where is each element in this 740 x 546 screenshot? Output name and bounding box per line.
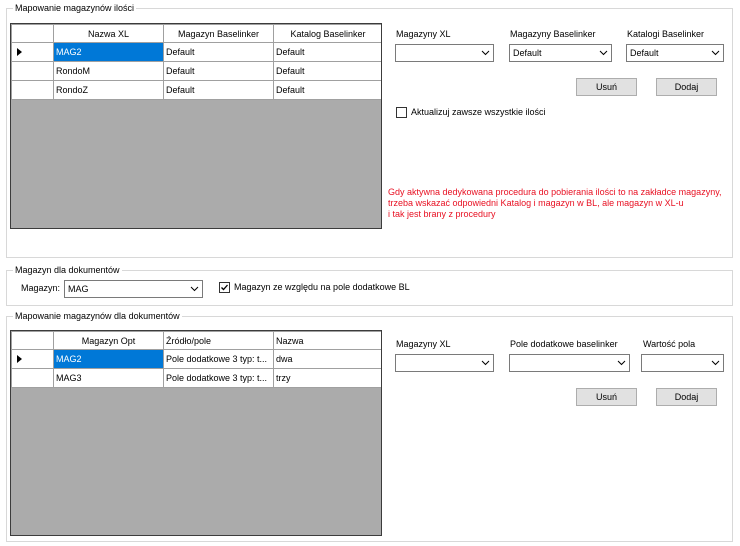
katalogi-baselinker-combo-value: Default <box>630 48 659 58</box>
table-cell[interactable]: Default <box>163 80 274 100</box>
column-header-katalog-bl[interactable]: Katalog Baselinker <box>273 24 381 43</box>
add-button[interactable]: Dodaj <box>656 78 717 96</box>
update-all-checkbox[interactable] <box>396 107 407 118</box>
label-wartosc-pola: Wartość pola <box>643 339 696 349</box>
table-cell[interactable]: dwa <box>273 349 381 369</box>
label-katalogi-baselinker: Katalogi Baselinker <box>627 29 705 39</box>
label-magazyny-xl: Magazyny XL <box>396 29 451 39</box>
column-header-magazyn-opt[interactable]: Magazyn Opt <box>53 331 164 350</box>
table-header-row: Magazyn Opt Źródło/pole Nazwa <box>11 331 381 350</box>
table-cell[interactable]: Pole dodatkowe 3 typ: t... <box>163 349 274 369</box>
current-row-arrow-icon <box>17 48 22 56</box>
column-header-zrodlo-pole[interactable]: Źródło/pole <box>163 331 274 350</box>
quantity-mapping-legend: Mapowanie magazynów ilości <box>13 2 137 14</box>
label-pole-dodatkowe-baselinker: Pole dodatkowe baselinker <box>510 339 618 349</box>
chevron-down-icon <box>617 360 626 366</box>
table-cell[interactable]: MAG2 <box>53 42 164 62</box>
table-row[interactable]: RondoM Default Default <box>11 61 381 81</box>
chevron-down-icon <box>599 50 608 56</box>
table-row[interactable]: RondoZ Default Default <box>11 80 381 100</box>
label-magazyny-xl-docs: Magazyny XL <box>396 339 451 349</box>
table-row[interactable]: MAG2 Pole dodatkowe 3 typ: t... dwa <box>11 349 381 369</box>
quantity-mapping-grid[interactable]: Nazwa XL Magazyn Baselinker Katalog Base… <box>10 23 382 229</box>
row-header-corner <box>11 331 54 350</box>
doc-mapping-table: Magazyn Opt Źródło/pole Nazwa MAG2 Pole … <box>11 331 381 388</box>
row-selector[interactable] <box>11 61 54 81</box>
doc-warehouse-combo[interactable]: MAG <box>64 280 203 298</box>
column-header-nazwa-xl[interactable]: Nazwa XL <box>53 24 164 43</box>
doc-mapping-legend: Mapowanie magazynów dla dokumentów <box>13 310 182 322</box>
table-header-row: Nazwa XL Magazyn Baselinker Katalog Base… <box>11 24 381 43</box>
column-header-nazwa[interactable]: Nazwa <box>273 331 381 350</box>
row-header-corner <box>11 24 54 43</box>
row-selector-current[interactable] <box>11 42 54 62</box>
doc-warehouse-combo-value: MAG <box>68 284 89 294</box>
pole-dodatkowe-combo[interactable] <box>509 354 630 372</box>
chevron-down-icon <box>711 360 720 366</box>
update-all-checkbox-label[interactable]: Aktualizuj zawsze wszystkie ilości <box>411 106 546 118</box>
magazyny-xl-docs-combo[interactable] <box>395 354 494 372</box>
table-cell[interactable]: RondoM <box>53 61 164 81</box>
table-cell[interactable]: RondoZ <box>53 80 164 100</box>
table-cell[interactable]: trzy <box>273 368 381 388</box>
table-row[interactable]: MAG3 Pole dodatkowe 3 typ: t... trzy <box>11 368 381 388</box>
row-selector[interactable] <box>11 80 54 100</box>
table-cell[interactable]: Pole dodatkowe 3 typ: t... <box>163 368 274 388</box>
table-cell[interactable]: Default <box>273 61 381 81</box>
chevron-down-icon <box>190 286 199 292</box>
label-magazyn: Magazyn: <box>21 283 61 293</box>
magazyny-baselinker-combo-value: Default <box>513 48 542 58</box>
quantity-mapping-table: Nazwa XL Magazyn Baselinker Katalog Base… <box>11 24 381 100</box>
chevron-down-icon <box>481 50 490 56</box>
table-cell[interactable]: MAG3 <box>53 368 164 388</box>
current-row-arrow-icon <box>17 355 22 363</box>
checkmark-icon <box>221 284 228 291</box>
label-magazyny-baselinker: Magazyny Baselinker <box>510 29 596 39</box>
katalogi-baselinker-combo[interactable]: Default <box>626 44 724 62</box>
row-selector[interactable] <box>11 368 54 388</box>
magazyny-baselinker-combo[interactable]: Default <box>509 44 612 62</box>
table-cell[interactable]: Default <box>273 80 381 100</box>
table-cell[interactable]: Default <box>273 42 381 62</box>
column-header-magazyn-bl[interactable]: Magazyn Baselinker <box>163 24 274 43</box>
remove-button[interactable]: Usuń <box>576 78 637 96</box>
bl-field-checkbox[interactable] <box>219 282 230 293</box>
table-cell[interactable]: Default <box>163 42 274 62</box>
add-button-docs[interactable]: Dodaj <box>656 388 717 406</box>
table-cell[interactable]: MAG2 <box>53 349 164 369</box>
procedure-warning-text: Gdy aktywna dedykowana procedura do pobi… <box>388 187 722 219</box>
row-selector-current[interactable] <box>11 349 54 369</box>
wartosc-pola-combo[interactable] <box>641 354 724 372</box>
magazyny-xl-combo[interactable] <box>395 44 494 62</box>
remove-button-docs[interactable]: Usuń <box>576 388 637 406</box>
bl-field-checkbox-label[interactable]: Magazyn ze względu na pole dodatkowe BL <box>234 281 410 293</box>
doc-mapping-grid[interactable]: Magazyn Opt Źródło/pole Nazwa MAG2 Pole … <box>10 330 382 536</box>
doc-warehouse-legend: Magazyn dla dokumentów <box>13 264 122 276</box>
table-row[interactable]: MAG2 Default Default <box>11 42 381 62</box>
chevron-down-icon <box>711 50 720 56</box>
table-cell[interactable]: Default <box>163 61 274 81</box>
chevron-down-icon <box>481 360 490 366</box>
